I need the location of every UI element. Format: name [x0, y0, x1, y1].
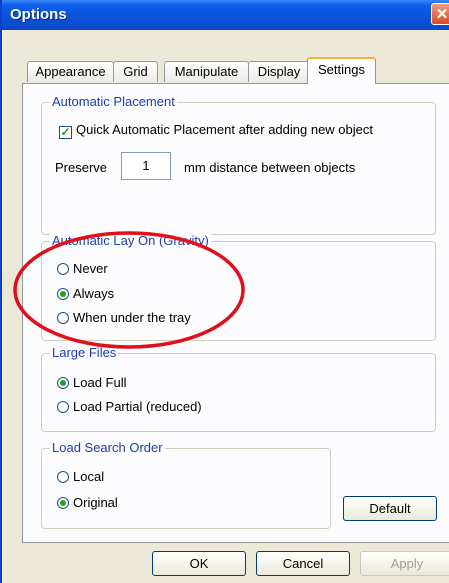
- quick-placement-label: Quick Automatic Placement after adding n…: [76, 122, 373, 137]
- radio-icon[interactable]: [57, 471, 69, 483]
- gravity-under-tray-label: When under the tray: [73, 310, 191, 325]
- title-bar[interactable]: Options ✕: [2, 0, 449, 30]
- tab-appearance[interactable]: Appearance: [27, 61, 114, 82]
- local-label: Local: [73, 469, 105, 484]
- checkbox-check-icon[interactable]: ✓: [59, 126, 72, 139]
- gravity-group: Automatic Lay On (Gravity) Never Always …: [41, 233, 436, 341]
- tab-settings[interactable]: Settings: [307, 57, 376, 84]
- window-title: Options: [10, 6, 67, 23]
- preserve-distance-input[interactable]: 1: [121, 152, 171, 180]
- gravity-option-under-tray[interactable]: When under the tray: [57, 310, 191, 325]
- tab-manipulate[interactable]: Manipulate: [164, 61, 249, 82]
- radio-selected-icon[interactable]: [57, 377, 69, 389]
- gravity-option-never[interactable]: Never: [57, 261, 108, 276]
- search-order-option-local[interactable]: Local: [57, 469, 104, 484]
- search-order-legend: Load Search Order: [50, 440, 165, 455]
- large-files-legend: Large Files: [50, 345, 119, 360]
- original-label: Original: [73, 495, 118, 510]
- automatic-placement-group: Automatic Placement ✓ Quick Automatic Pla…: [41, 94, 436, 235]
- cancel-button[interactable]: Cancel: [256, 551, 350, 576]
- settings-panel: Automatic Placement ✓ Quick Automatic Pla…: [22, 83, 449, 543]
- radio-icon[interactable]: [57, 401, 69, 413]
- gravity-never-label: Never: [73, 261, 108, 276]
- preserve-suffix-label: mm distance between objects: [184, 160, 356, 175]
- automatic-placement-legend: Automatic Placement: [50, 94, 177, 109]
- gravity-legend: Automatic Lay On (Gravity): [50, 233, 211, 248]
- search-order-option-original[interactable]: Original: [57, 495, 118, 510]
- radio-selected-icon[interactable]: [57, 288, 69, 300]
- gravity-option-always[interactable]: Always: [57, 286, 114, 301]
- radio-selected-icon[interactable]: [57, 497, 69, 509]
- quick-placement-checkbox[interactable]: ✓ Quick Automatic Placement after adding …: [59, 122, 373, 139]
- options-dialog: Options ✕ Appearance Grid Manipulate Dis…: [0, 0, 449, 583]
- default-button[interactable]: Default: [343, 496, 437, 521]
- large-files-option-full[interactable]: Load Full: [57, 375, 126, 390]
- radio-icon[interactable]: [57, 312, 69, 324]
- gravity-always-label: Always: [73, 286, 115, 301]
- tab-display[interactable]: Display: [248, 61, 310, 82]
- search-order-group: Load Search Order Local Original: [41, 440, 331, 529]
- preserve-label: Preserve: [55, 160, 108, 175]
- apply-button[interactable]: Apply: [360, 551, 449, 576]
- tab-grid[interactable]: Grid: [113, 61, 158, 82]
- close-icon[interactable]: ✕: [431, 3, 449, 25]
- load-partial-label: Load Partial (reduced): [73, 399, 202, 414]
- ok-button[interactable]: OK: [152, 551, 246, 576]
- large-files-option-partial[interactable]: Load Partial (reduced): [57, 399, 202, 414]
- radio-icon[interactable]: [57, 263, 69, 275]
- load-full-label: Load Full: [73, 375, 127, 390]
- large-files-group: Large Files Load Full Load Partial (redu…: [41, 345, 436, 432]
